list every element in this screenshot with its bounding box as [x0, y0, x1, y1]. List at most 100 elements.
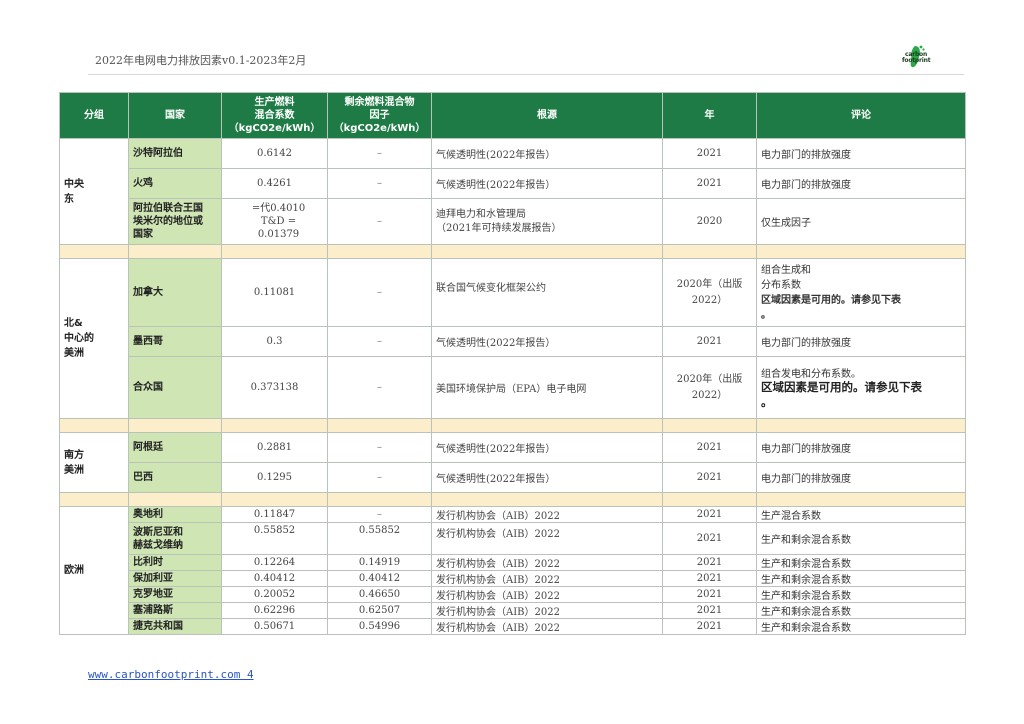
comment-cell: 电力部门的排放强度 [756, 432, 966, 463]
source-cell: 发行机构协会（AIB）2022 [431, 570, 663, 587]
carbon-footprint-logo: carbon footprint [896, 44, 936, 70]
group-label-line: 南方 [64, 449, 84, 461]
value-line: =代0.4010 [251, 203, 306, 214]
year-cell: 2021 [662, 554, 757, 571]
group-europe: 欧洲 [59, 506, 129, 635]
residual-factor-cell: 0.46650 [327, 586, 432, 603]
country-cell: 阿拉伯联合王国 埃米尔的地位或 国家 [128, 198, 222, 245]
year-cell: 2021 [662, 618, 757, 635]
production-factor-cell: 0.62296 [221, 602, 328, 619]
residual-factor-cell: – [327, 168, 432, 199]
residual-factor-cell: – [327, 356, 432, 419]
col-header-comment: 评论 [756, 92, 966, 139]
production-factor-cell: 0.4261 [221, 168, 328, 199]
source-cell: 气候透明性(2022年报告） [431, 326, 663, 357]
residual-factor-cell: – [327, 432, 432, 463]
col-header-country: 国家 [128, 92, 222, 139]
table-row: 塞浦路斯 0.62296 0.62507 发行机构协会（AIB）2022 202… [60, 602, 966, 619]
year-cell: 2021 [662, 506, 757, 523]
comment-line-bold: 。 [761, 395, 773, 409]
country-cell: 巴西 [128, 462, 222, 493]
country-cell: 火鸡 [128, 168, 222, 199]
comment-cell: 生产和剩余混合系数 [756, 586, 966, 603]
comment-cell: 生产和剩余混合系数 [756, 522, 966, 555]
group-label-line: 北& [64, 318, 83, 329]
value-line: T&D = [260, 216, 297, 227]
country-cell: 阿根廷 [128, 432, 222, 463]
year-cell: 2021 [662, 586, 757, 603]
value-line: 0.01379 [257, 229, 300, 240]
table-row: 火鸡 0.4261 – 气候透明性(2022年报告） 2021 电力部门的排放强… [60, 168, 966, 199]
source-cell: 发行机构协会（AIB）2022 [431, 618, 663, 635]
country-cell: 沙特阿拉伯 [128, 138, 222, 169]
year-cell: 2021 [662, 570, 757, 587]
table-row: 南方 美洲 阿根廷 0.2881 – 气候透明性(2022年报告） 2021 电… [59, 432, 966, 493]
header-line: （kgCO2e/kWh） [333, 123, 426, 134]
col-header-year: 年 [662, 92, 757, 139]
country-cell: 比利时 [128, 554, 222, 571]
table-row: 墨西哥 0.3 – 气候透明性(2022年报告） 2021 电力部门的排放强度 [60, 326, 966, 357]
emission-factors-table: 分组 国家 生产燃料 混合系数 （kgCO2e/kWh） 剩余燃料混合物 因子 … [59, 92, 966, 635]
year-cell: 2020年（出版 2022） [662, 356, 757, 419]
comment-cell: 电力部门的排放强度 [756, 138, 966, 169]
separator-row [59, 418, 966, 433]
comment-cell: 生产和剩余混合系数 [756, 554, 966, 571]
source-cell: 美国环境保护局（EPA）电子电网 [431, 356, 663, 419]
country-cell: 克罗地亚 [128, 586, 222, 603]
country-cell: 墨西哥 [128, 326, 222, 357]
comment-line-bold: 。 [761, 309, 771, 321]
source-cell: 气候透明性(2022年报告） [431, 138, 663, 169]
year-cell: 2020年（出版 2022） [662, 258, 757, 327]
source-line: （2021年可持续发展报告） [436, 222, 562, 234]
comment-cell: 仅生成因子 [756, 198, 966, 245]
residual-factor-cell: – [327, 462, 432, 493]
table-row: 保加利亚 0.40412 0.40412 发行机构协会（AIB）2022 202… [60, 570, 966, 587]
col-header-production-factor: 生产燃料 混合系数 （kgCO2e/kWh） [221, 92, 328, 139]
header-line: （kgCO2e/kWh） [228, 123, 321, 134]
residual-factor-cell: 0.40412 [327, 570, 432, 587]
source-cell: 气候透明性(2022年报告） [431, 168, 663, 199]
header-line: 剩余燃料混合物 [344, 97, 415, 108]
comment-cell: 组合生成和 分布系数 区域因素是可用的。请参见下表 。 [756, 258, 966, 327]
country-line: 埃米尔的地位或 [133, 216, 203, 227]
country-cell: 奥地利 [128, 506, 222, 523]
year-cell: 2021 [662, 432, 757, 463]
year-line: 2022） [691, 389, 728, 401]
source-line: 迪拜电力和水管理局 [436, 208, 526, 220]
production-factor-cell: 0.12264 [221, 554, 328, 571]
comment-line: 分布系数 [761, 279, 801, 291]
separator-row [59, 244, 966, 259]
table-row: 波斯尼亚和 赫兹戈维纳 0.55852 0.55852 发行机构协会（AIB）2… [60, 522, 966, 555]
production-factor-cell: 0.40412 [221, 570, 328, 587]
source-cell: 发行机构协会（AIB）2022 [431, 506, 663, 523]
year-cell: 2021 [662, 522, 757, 555]
residual-factor-cell: – [327, 138, 432, 169]
residual-factor-cell: 0.14919 [327, 554, 432, 571]
residual-factor-cell: – [327, 326, 432, 357]
year-line: 2020年（出版 [676, 278, 743, 290]
country-cell: 捷克共和国 [128, 618, 222, 635]
header-line: 生产燃料 [254, 97, 295, 108]
year-cell: 2021 [662, 168, 757, 199]
group-label-line: 中央 [64, 178, 84, 190]
production-factor-cell: 0.55852 [221, 522, 328, 555]
table-header-row: 分组 国家 生产燃料 混合系数 （kgCO2e/kWh） 剩余燃料混合物 因子 … [59, 92, 966, 139]
comment-cell: 组合发电和分布系数。 区域因素是可用的。请参见下表 。 [756, 356, 966, 419]
source-cell: 发行机构协会（AIB）2022 [431, 586, 663, 603]
comment-line: 组合发电和分布系数。 [761, 369, 861, 380]
source-cell: 联合国气候变化框架公约 [431, 258, 663, 327]
country-cell: 塞浦路斯 [128, 602, 222, 619]
source-cell: 发行机构协会（AIB）2022 [431, 522, 663, 555]
comment-cell: 电力部门的排放强度 [756, 168, 966, 199]
country-cell: 合众国 [128, 356, 222, 419]
year-line: 2022） [691, 294, 728, 306]
source-cell: 气候透明性(2022年报告） [431, 462, 663, 493]
table-row: 北& 中心的 美洲 加拿大 0.11081 – 联合国气候变化框架公约 2020… [59, 258, 966, 419]
table-row: 捷克共和国 0.50671 0.54996 发行机构协会（AIB）2022 20… [60, 618, 966, 635]
group-label-line: 美洲 [64, 348, 84, 359]
footer-website-link[interactable]: www.carbonfootprint.com 4 [88, 668, 254, 681]
group-north-central-america: 北& 中心的 美洲 [59, 258, 129, 419]
residual-factor-cell: 0.62507 [327, 602, 432, 619]
comment-line: 组合生成和 [761, 264, 811, 276]
header-divider [88, 74, 964, 75]
